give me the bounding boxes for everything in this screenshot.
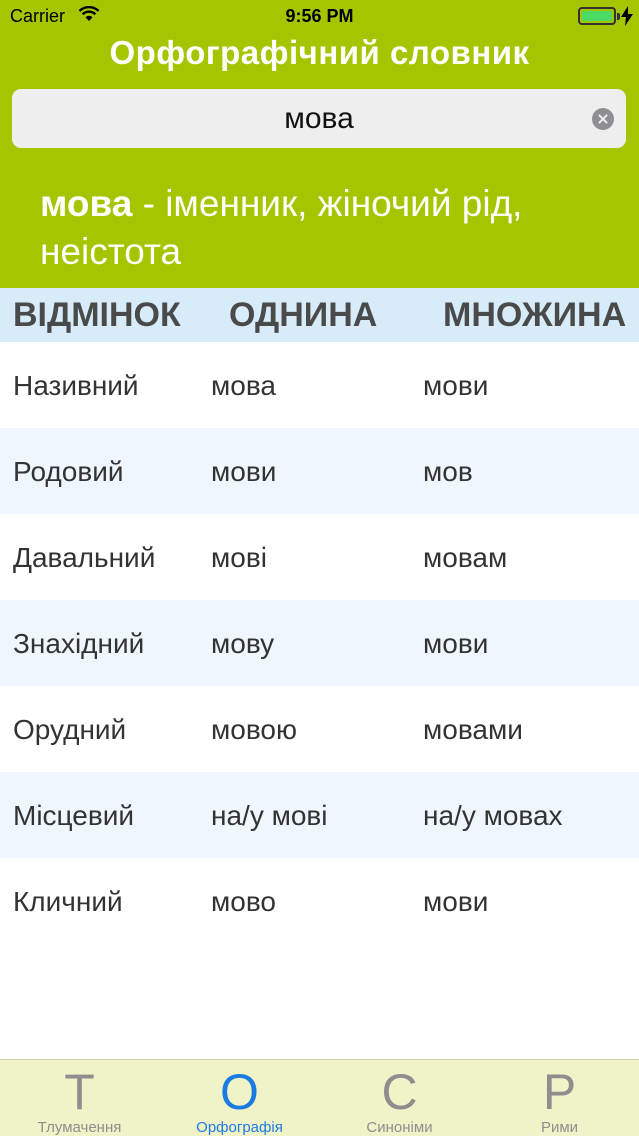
charging-icon <box>621 6 633 26</box>
plural-form: мовами <box>423 714 523 745</box>
battery-fill <box>582 11 612 21</box>
search-bar[interactable] <box>12 89 626 148</box>
screen: Carrier 9:56 PM Орфографічний словник мо… <box>0 0 639 1136</box>
table-row: Називний мова мови <box>0 342 639 428</box>
tab-orthography-label: Орфографія <box>196 1119 283 1136</box>
tab-synonyms[interactable]: С Синоніми <box>320 1060 479 1136</box>
header-singular: ОДНИНА <box>229 296 378 334</box>
singular-form: мові <box>211 542 267 573</box>
tab-rhymes-label: Рими <box>540 1119 579 1136</box>
status-time: 9:56 PM <box>285 6 354 26</box>
plural-form: на/у мовах <box>423 800 563 831</box>
plural-form: мови <box>423 628 489 659</box>
table-row: Орудний мовою мовами <box>0 686 639 772</box>
plural-form: мови <box>423 886 489 917</box>
tab-synonyms-label: Синоніми <box>366 1119 433 1136</box>
table-row: Кличний мово мови <box>0 858 639 944</box>
tab-synonyms-icon: С <box>381 1064 418 1120</box>
singular-form: мовою <box>211 714 297 745</box>
status-bar: Carrier 9:56 PM <box>0 0 639 34</box>
header-case: ВІДМІНОК <box>13 296 181 334</box>
tab-rhymes-icon: Р <box>542 1064 577 1120</box>
table-row: Давальний мові мовам <box>0 514 639 600</box>
table-row: Місцевий на/у мові на/у мовах <box>0 772 639 858</box>
tab-orthography-icon: О <box>220 1064 259 1120</box>
definition-text: мова - іменник, жіночий рід, неістота <box>40 180 620 276</box>
battery-icon <box>578 7 620 25</box>
plural-form: мов <box>423 456 473 487</box>
case-name: Орудний <box>13 714 127 745</box>
page-title: Орфографічний словник <box>109 34 530 71</box>
tab-bar: Т Тлумачення О Орфографія С Синоніми Р Р… <box>0 1059 639 1136</box>
case-name: Місцевий <box>13 800 134 831</box>
tab-explanations[interactable]: Т Тлумачення <box>0 1060 159 1136</box>
table-row: Родовий мови мов <box>0 428 639 514</box>
case-name: Кличний <box>13 886 123 917</box>
plural-form: мови <box>423 370 489 401</box>
table-header: ВІДМІНОК ОДНИНА МНОЖИНА <box>0 288 639 342</box>
search-input[interactable] <box>12 89 626 148</box>
clear-icon[interactable] <box>592 108 614 130</box>
case-name: Давальний <box>13 542 156 573</box>
definition-word: мова <box>40 183 133 224</box>
plural-form: мовам <box>423 542 508 573</box>
tab-rhymes[interactable]: Р Рими <box>480 1060 639 1136</box>
singular-form: мово <box>211 886 276 917</box>
header-plural: МНОЖИНА <box>443 296 627 334</box>
tab-explanations-label: Тлумачення <box>37 1119 122 1136</box>
table-row: Знахідний мову мови <box>0 600 639 686</box>
singular-form: мову <box>211 628 275 659</box>
case-name: Родовий <box>13 456 124 487</box>
case-name: Знахідний <box>13 628 145 659</box>
tab-orthography[interactable]: О Орфографія <box>160 1060 319 1136</box>
singular-form: на/у мові <box>211 800 328 831</box>
singular-form: мови <box>211 456 277 487</box>
case-name: Називний <box>13 370 139 401</box>
tab-explanations-icon: Т <box>64 1064 95 1120</box>
singular-form: мова <box>211 370 276 401</box>
header-panel: Carrier 9:56 PM Орфографічний словник мо… <box>0 0 639 288</box>
